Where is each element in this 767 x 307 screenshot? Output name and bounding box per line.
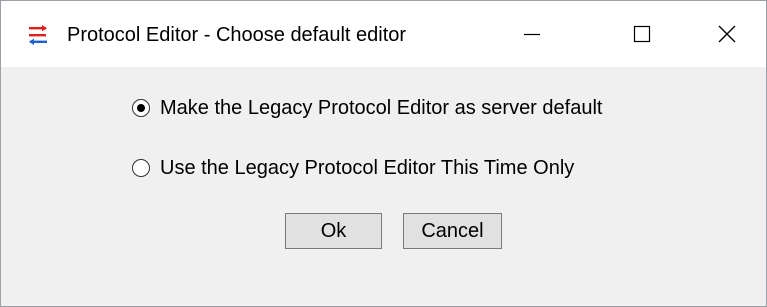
option-this-time-only-label[interactable]: Use the Legacy Protocol Editor This Time… xyxy=(160,156,574,180)
maximize-icon xyxy=(633,25,651,43)
window-title: Protocol Editor - Choose default editor xyxy=(67,24,407,46)
title-bar[interactable]: Protocol Editor - Choose default editor xyxy=(1,1,766,67)
dialog-body: Make the Legacy Protocol Editor as serve… xyxy=(1,67,766,306)
close-icon xyxy=(718,25,736,43)
protocol-editor-icon xyxy=(29,25,47,45)
option-this-time-only[interactable]: Use the Legacy Protocol Editor This Time… xyxy=(132,154,574,182)
dialog-window: Protocol Editor - Choose default editor … xyxy=(0,0,767,307)
option-server-default[interactable]: Make the Legacy Protocol Editor as serve… xyxy=(132,94,602,122)
cancel-button[interactable]: Cancel xyxy=(403,213,502,249)
minimize-icon xyxy=(524,33,540,36)
radio-server-default[interactable] xyxy=(132,99,150,117)
option-server-default-label[interactable]: Make the Legacy Protocol Editor as serve… xyxy=(160,96,602,120)
ok-button[interactable]: Ok xyxy=(285,213,382,249)
minimize-button[interactable] xyxy=(486,1,578,67)
maximize-button[interactable] xyxy=(596,1,688,67)
close-button[interactable] xyxy=(681,1,767,67)
radio-this-time-only[interactable] xyxy=(132,159,150,177)
